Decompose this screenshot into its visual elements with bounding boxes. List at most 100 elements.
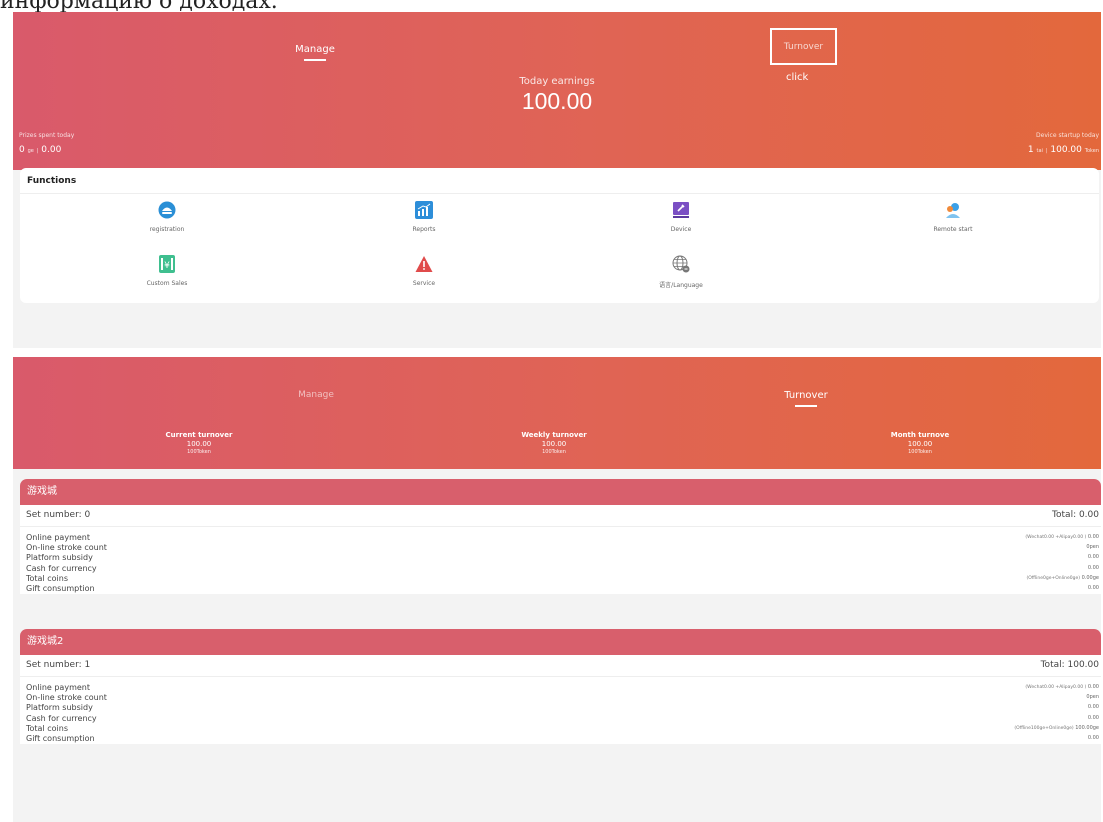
tab-manage-label: Manage	[298, 390, 334, 400]
tab-turnover-label: Turnover	[784, 390, 828, 401]
device-amount: 100.00	[1050, 145, 1082, 155]
row-amount: 100.00ge	[1075, 724, 1099, 731]
row-label: On-line stroke count	[26, 543, 107, 553]
weekly-turnover: Weekly turnover 100.00 100Token	[479, 431, 629, 455]
row-value: (Wechat0.00 +Alipay0.00 ) 0.00	[1025, 684, 1099, 690]
svg-text:¥: ¥	[164, 261, 170, 271]
detail-row-gift-consumption: Gift consumption 0.00	[20, 734, 1101, 744]
stat-token: 100Token	[908, 449, 932, 455]
active-tab-underline	[795, 405, 817, 407]
service-icon	[415, 256, 433, 272]
active-tab-underline	[304, 59, 326, 61]
shop-details: Online payment (Wechat0.00 +Alipay0.00 )…	[20, 527, 1101, 594]
prizes-spent-label: Prizes spent today	[19, 132, 75, 139]
functions-panel: Functions registration Reports Device Re…	[20, 168, 1099, 303]
device-unit: tai	[1036, 148, 1043, 154]
function-label: Custom Sales	[146, 280, 188, 287]
row-amount: 0.00	[1087, 554, 1099, 561]
detail-row-platform-subsidy: Platform subsidy 0.00	[20, 703, 1101, 713]
stat-value: 100.00	[186, 440, 212, 448]
shop-summary: Set number: 1 Total: 100.00	[20, 655, 1101, 677]
row-amount: 0.00ge	[1081, 574, 1099, 581]
set-number: Set number: 0	[26, 510, 91, 520]
tab-manage[interactable]: Manage	[286, 390, 346, 400]
month-turnover: Month turnove 100.00 100Token	[845, 431, 995, 455]
row-value: (Offline0ge+Online0ge) 0.00ge	[1026, 575, 1099, 581]
row-amount: 0.00	[1087, 534, 1099, 540]
row-value: 0pen	[1086, 694, 1099, 700]
tab-manage-label: Manage	[295, 44, 335, 55]
detail-row-stroke-count: On-line stroke count 0pen	[20, 693, 1101, 703]
row-label: Gift consumption	[26, 733, 95, 743]
earnings-header: Manage Turnover click Today earnings 100…	[13, 12, 1101, 170]
row-note: (Offline100ge+Online0ge)	[1014, 725, 1074, 731]
today-earnings-label: Today earnings	[519, 76, 595, 87]
reports-icon	[415, 201, 433, 219]
custom-sales-icon: ¥	[159, 255, 175, 273]
device-count: 1	[1027, 145, 1034, 155]
shop-name[interactable]: 游戏城	[20, 479, 1101, 505]
function-reports[interactable]: Reports	[364, 201, 484, 233]
row-note: (Offline0ge+Online0ge)	[1026, 575, 1081, 581]
current-turnover: Current turnover 100.00 100Token	[124, 431, 274, 455]
row-value: 0.00	[1088, 735, 1099, 741]
function-custom-sales[interactable]: ¥ Custom Sales	[107, 255, 227, 287]
row-amount: 0.00	[1087, 684, 1099, 690]
turnover-header: Manage Turnover Current turnover 100.00 …	[13, 357, 1101, 469]
shop-total: Total: 0.00	[1052, 510, 1099, 520]
stat-token: 100Token	[187, 449, 211, 455]
row-amount: 0.00	[1087, 734, 1099, 741]
row-amount: 0pen	[1086, 694, 1099, 701]
row-value: 0.00	[1088, 715, 1099, 721]
function-language[interactable]: 语言/Language	[621, 255, 741, 289]
manage-screen: Manage Turnover click Today earnings 100…	[13, 12, 1101, 348]
row-label: Cash for currency	[26, 713, 97, 723]
prizes-separator: |	[36, 148, 39, 154]
stat-value: 100.00	[907, 440, 933, 448]
turnover-screen: Manage Turnover Current turnover 100.00 …	[13, 357, 1101, 822]
function-service[interactable]: Service	[364, 255, 484, 287]
tab-turnover[interactable]: Turnover	[776, 390, 836, 407]
function-label: registration	[149, 226, 185, 233]
shop-summary: Set number: 0 Total: 0.00	[20, 505, 1101, 527]
tab-turnover-highlighted[interactable]: Turnover	[770, 28, 837, 65]
row-amount: 0.00	[1087, 714, 1099, 721]
function-remote-start[interactable]: Remote start	[893, 201, 1013, 233]
shop-name[interactable]: 游戏城2	[20, 629, 1101, 655]
detail-row-stroke-count: On-line stroke count 0pen	[20, 543, 1101, 553]
divider	[20, 193, 1099, 194]
function-label: 语言/Language	[659, 282, 703, 289]
functions-title: Functions	[27, 176, 77, 186]
row-label: Platform subsidy	[26, 703, 93, 713]
row-label: Online payment	[26, 683, 90, 692]
row-label: Online payment	[26, 533, 90, 542]
function-registration[interactable]: registration	[107, 201, 227, 233]
remote-start-icon	[946, 203, 960, 218]
function-device[interactable]: Device	[621, 201, 741, 233]
registration-icon	[158, 201, 176, 219]
today-earnings-value: 100.00	[521, 88, 593, 114]
stat-label: Weekly turnover	[521, 431, 587, 439]
prizes-unit: ge	[27, 148, 34, 154]
prizes-count: 0	[19, 145, 25, 155]
device-startup-value: 1 tai | 100.00 Token	[1028, 145, 1099, 155]
row-amount: 0.00	[1087, 564, 1099, 571]
row-value: 0.00	[1088, 585, 1099, 591]
stat-label: Month turnove	[890, 431, 950, 439]
tab-manage[interactable]: Manage	[293, 44, 337, 61]
shop-card: 游戏城 Set number: 0 Total: 0.00 Online pay…	[20, 479, 1101, 595]
function-label: Device	[670, 226, 692, 233]
row-value: (Offline100ge+Online0ge) 100.00ge	[1014, 725, 1099, 731]
row-amount: 0.00	[1087, 704, 1099, 711]
shop-total: Total: 100.00	[1040, 660, 1099, 670]
detail-row-total-coins: Total coins (Offline0ge+Online0ge) 0.00g…	[20, 574, 1101, 584]
prizes-amount: 0.00	[41, 145, 62, 155]
stat-value: 100.00	[541, 440, 567, 448]
set-number: Set number: 1	[26, 660, 91, 670]
row-label: Gift consumption	[26, 583, 95, 593]
function-label: Service	[412, 280, 436, 287]
detail-row-gift-consumption: Gift consumption 0.00	[20, 584, 1101, 594]
row-label: Cash for currency	[26, 563, 97, 573]
function-label: Reports	[412, 226, 436, 233]
row-value: 0pen	[1086, 544, 1099, 550]
